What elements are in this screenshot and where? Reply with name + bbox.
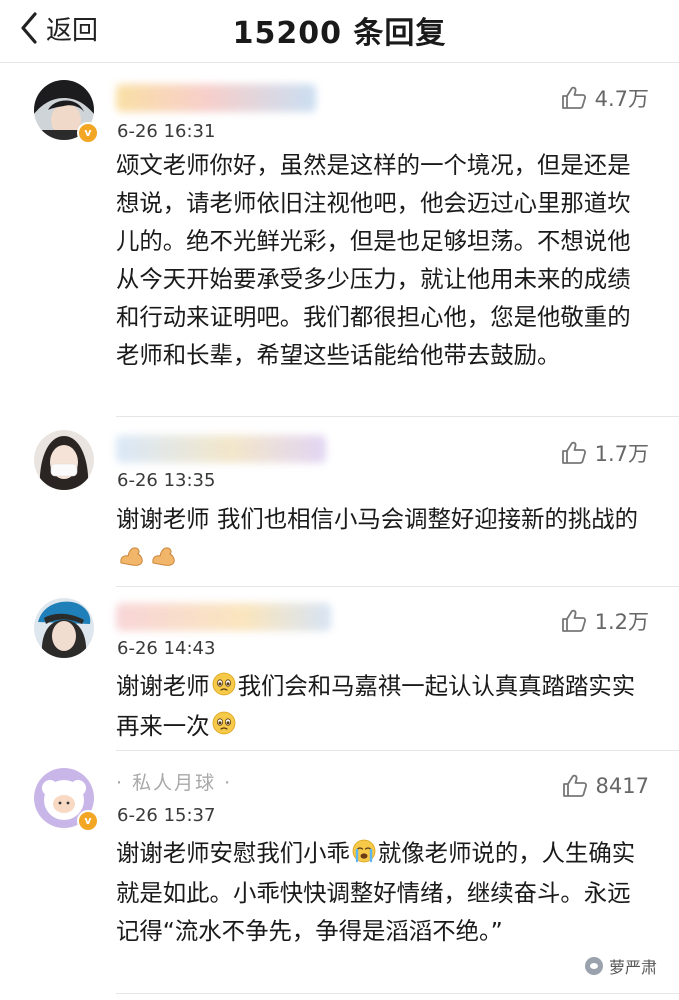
flexed-biceps-icon: [118, 540, 146, 578]
thumbs-up-icon: [562, 774, 587, 797]
comment-text: 谢谢老师 我们也相信小马会调整好迎接新的挑战的: [116, 500, 648, 578]
thumbs-up-icon: [561, 86, 586, 109]
comment-time: 6-26 15:37: [117, 805, 216, 826]
like-count: 1.7万: [594, 442, 649, 466]
like-count: 4.7万: [594, 87, 649, 111]
thumbs-up-icon: [561, 441, 586, 464]
verified-badge-icon: v: [77, 810, 99, 832]
divider: [116, 750, 679, 751]
comment-time: 6-26 14:43: [117, 638, 216, 659]
like-button[interactable]: 8417: [562, 774, 649, 798]
like-button[interactable]: 1.7万: [561, 438, 649, 468]
comment-text-part1: 谢谢老师安慰我们小乖: [116, 839, 350, 867]
like-count: 1.2万: [594, 610, 649, 634]
comment-text: 颂文老师你好，虽然是这样的一个境况，但是还是想说，请老师依旧注视他吧，他会迈过心…: [116, 151, 631, 369]
avatar[interactable]: [34, 430, 94, 490]
like-button[interactable]: 1.2万: [561, 606, 649, 636]
divider: [116, 993, 679, 994]
username-blurred[interactable]: [116, 84, 316, 112]
watermark: 萝严肃: [584, 954, 657, 978]
pleading-face-icon: [212, 669, 236, 707]
divider: [116, 586, 679, 587]
crying-face-icon: [352, 836, 376, 874]
username-blurred[interactable]: [116, 603, 331, 631]
username-blurred[interactable]: [116, 435, 326, 463]
divider: [116, 416, 679, 417]
comment-text: 谢谢老师安慰我们小乖 就像老师说的，人生确实就是如此。小乖快快调整好情绪，继续奋斗…: [116, 834, 648, 950]
username[interactable]: · 私人月球 ·: [116, 768, 232, 795]
comment-text: 谢谢老师 我们会和马嘉祺一起认认真真踏踏实实再来一次: [116, 667, 648, 746]
like-count: 8417: [595, 774, 649, 798]
thumbs-up-icon: [561, 609, 586, 632]
flexed-biceps-icon: [150, 540, 178, 578]
comment-time: 6-26 13:35: [117, 470, 216, 491]
nav-header: 返回 15200 条回复: [0, 0, 679, 63]
wechat-account-icon: [584, 957, 603, 975]
verified-badge-icon: v: [77, 122, 99, 144]
page-title: 15200 条回复: [232, 16, 447, 51]
comment-text-body: 谢谢老师 我们也相信小马会调整好迎接新的挑战的: [116, 505, 639, 533]
avatar[interactable]: [34, 598, 94, 658]
comment-time: 6-26 16:31: [117, 121, 216, 142]
like-button[interactable]: 4.7万: [561, 83, 649, 113]
pleading-face-icon: [212, 708, 236, 746]
comment-text-part1: 谢谢老师: [116, 672, 210, 700]
watermark-text: 萝严肃: [608, 958, 657, 977]
